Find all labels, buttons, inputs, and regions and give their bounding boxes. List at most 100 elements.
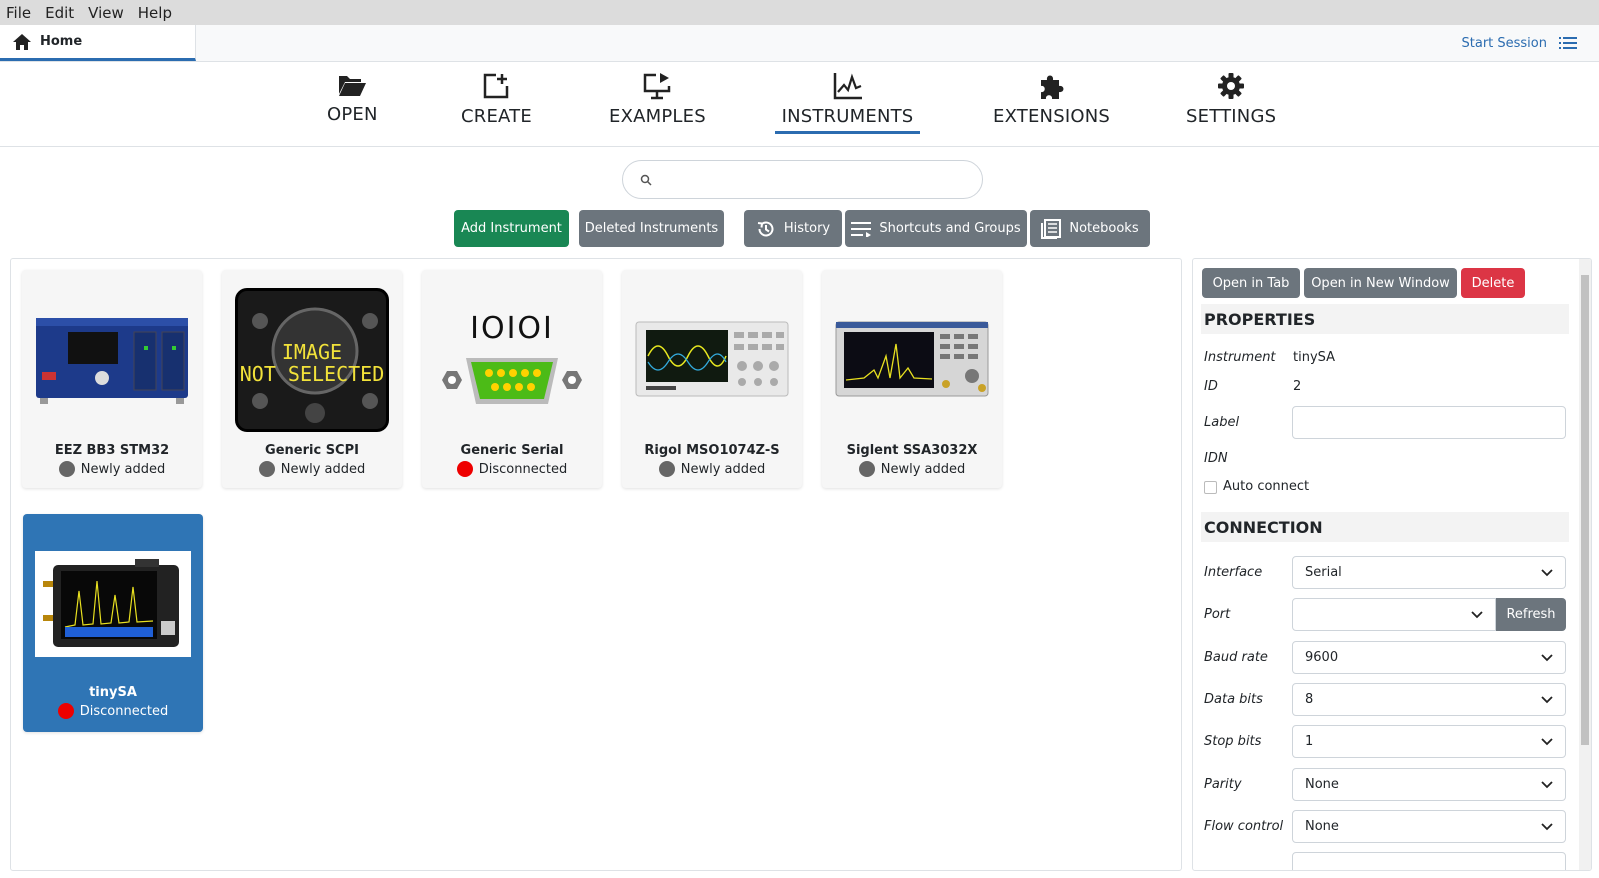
auto-connect-checkbox[interactable]	[1204, 481, 1217, 494]
menu-view[interactable]: View	[88, 4, 124, 22]
status-dot-icon	[658, 461, 675, 477]
nav-instruments[interactable]: INSTRUMENTS	[775, 72, 920, 134]
instrument-card-rigol[interactable]: Rigol MSO1074Z-S Newly added	[622, 270, 802, 488]
parity-select[interactable]: None	[1292, 768, 1566, 801]
status-dot-icon	[858, 461, 875, 477]
menu-help[interactable]: Help	[138, 4, 172, 22]
chevron-down-icon	[1541, 696, 1553, 704]
id-value: 2	[1293, 379, 1302, 394]
scrollbar-thumb[interactable]	[1581, 275, 1589, 745]
instrument-card-generic-serial[interactable]: IOIOI Generic Serial Disconnected	[422, 270, 602, 488]
instrument-label: Instrument	[1204, 350, 1276, 365]
properties-header: PROPERTIES	[1201, 304, 1569, 334]
chart-icon	[833, 73, 862, 100]
presentation-icon	[644, 73, 671, 100]
flow-control-select[interactable]: None	[1292, 810, 1566, 843]
instrument-name: Rigol MSO1074Z-S	[644, 443, 780, 458]
stop-bits-select[interactable]: 1	[1292, 725, 1566, 758]
instrument-grid: EEZ BB3 STM32 Newly added IMAGE NOT SELE…	[10, 258, 1182, 871]
notebooks-button[interactable]: Notebooks	[1030, 210, 1150, 247]
menu-file[interactable]: File	[6, 4, 31, 22]
nav-settings[interactable]: SETTINGS	[1186, 72, 1276, 127]
history-icon	[757, 221, 774, 236]
nav-extensions[interactable]: EXTENSIONS	[993, 72, 1110, 127]
data-bits-label: Data bits	[1204, 692, 1263, 707]
tab-home[interactable]: Home	[0, 25, 196, 61]
interface-select[interactable]: Serial	[1292, 556, 1566, 589]
flow-control-label: Flow control	[1204, 819, 1284, 834]
instrument-status: Newly added	[258, 461, 365, 477]
nav-examples[interactable]: EXAMPLES	[609, 72, 706, 127]
instrument-image	[634, 287, 790, 433]
instrument-card-tinysa[interactable]: tinySA Disconnected	[23, 514, 203, 732]
interface-label: Interface	[1204, 565, 1263, 580]
stop-bits-label: Stop bits	[1204, 734, 1262, 749]
open-in-tab-button[interactable]: Open in Tab	[1202, 268, 1300, 298]
serial-logo-text: IOIOI	[470, 310, 554, 346]
idn-label: IDN	[1204, 451, 1228, 466]
tab-home-label: Home	[40, 34, 83, 49]
label-input[interactable]	[1292, 406, 1566, 439]
shortcuts-icon	[851, 221, 872, 237]
chevron-down-icon	[1541, 823, 1553, 831]
instrument-image	[35, 551, 191, 657]
serial-connector-icon	[442, 357, 582, 404]
chevron-down-icon	[1541, 781, 1553, 789]
add-instrument-button[interactable]: Add Instrument	[454, 210, 569, 247]
search-box	[622, 160, 983, 199]
menu-bar: File Edit View Help	[0, 0, 1599, 25]
search-input[interactable]	[659, 169, 969, 191]
search-icon	[640, 174, 652, 186]
instrument-card-siglent[interactable]: Siglent SSA3032X Newly added	[822, 270, 1002, 488]
history-button[interactable]: History	[744, 210, 842, 247]
chevron-down-icon	[1541, 569, 1553, 577]
instrument-status: Disconnected	[57, 703, 168, 719]
auto-connect-label: Auto connect	[1223, 479, 1310, 494]
id-label: ID	[1204, 379, 1218, 394]
data-bits-select[interactable]: 8	[1292, 683, 1566, 716]
status-dot-icon	[57, 703, 74, 719]
instrument-card-eez-bb3[interactable]: EEZ BB3 STM32 Newly added	[22, 270, 202, 488]
deleted-instruments-button[interactable]: Deleted Instruments	[579, 210, 724, 247]
main-nav: OPEN CREATE EXAMPLES INSTRUMENTS EXTENSI…	[0, 62, 1599, 147]
chevron-down-icon	[1541, 654, 1553, 662]
list-icon	[1559, 37, 1577, 49]
puzzle-icon	[1040, 75, 1063, 99]
instrument-name: EEZ BB3 STM32	[54, 443, 170, 458]
create-icon	[484, 73, 509, 99]
home-icon	[13, 33, 31, 50]
refresh-button[interactable]: Refresh	[1496, 598, 1566, 631]
baud-rate-label: Baud rate	[1204, 650, 1268, 665]
menu-edit[interactable]: Edit	[45, 4, 74, 22]
active-tab-indicator	[775, 131, 920, 134]
shortcuts-groups-button[interactable]: Shortcuts and Groups	[845, 210, 1027, 247]
instrument-image: IOIOI	[434, 287, 590, 433]
instrument-status: Newly added	[58, 461, 165, 477]
tab-bar: Home Start Session	[0, 25, 1599, 62]
instrument-value: tinySA	[1293, 350, 1336, 365]
panel-scrollbar[interactable]	[1579, 259, 1591, 870]
start-session-button[interactable]: Start Session	[1462, 25, 1599, 61]
image-placeholder-line2: NOT SELECTED	[239, 362, 385, 386]
nav-open[interactable]: OPEN	[327, 72, 378, 125]
port-select[interactable]	[1292, 598, 1496, 631]
instrument-image: IMAGE NOT SELECTED	[234, 287, 390, 433]
status-dot-icon	[58, 461, 75, 477]
open-new-window-button[interactable]: Open in New Window	[1304, 268, 1457, 298]
connection-header: CONNECTION	[1201, 512, 1569, 542]
instrument-card-generic-scpi[interactable]: IMAGE NOT SELECTED Generic SCPI Newly ad…	[222, 270, 402, 488]
nav-create[interactable]: CREATE	[461, 72, 532, 127]
status-dot-icon	[456, 461, 473, 477]
status-dot-icon	[258, 461, 275, 477]
next-field-partial[interactable]	[1292, 852, 1566, 870]
instrument-properties-panel: Open in Tab Open in New Window Delete PR…	[1192, 258, 1592, 871]
instrument-name: Siglent SSA3032X	[846, 443, 978, 458]
folder-open-icon	[339, 76, 367, 96]
delete-button[interactable]: Delete	[1461, 268, 1525, 298]
gear-icon	[1218, 73, 1245, 99]
instrument-status: Newly added	[858, 461, 965, 477]
parity-label: Parity	[1204, 777, 1242, 792]
instrument-image	[834, 287, 990, 433]
start-session-label: Start Session	[1461, 35, 1548, 51]
baud-rate-select[interactable]: 9600	[1292, 641, 1566, 674]
